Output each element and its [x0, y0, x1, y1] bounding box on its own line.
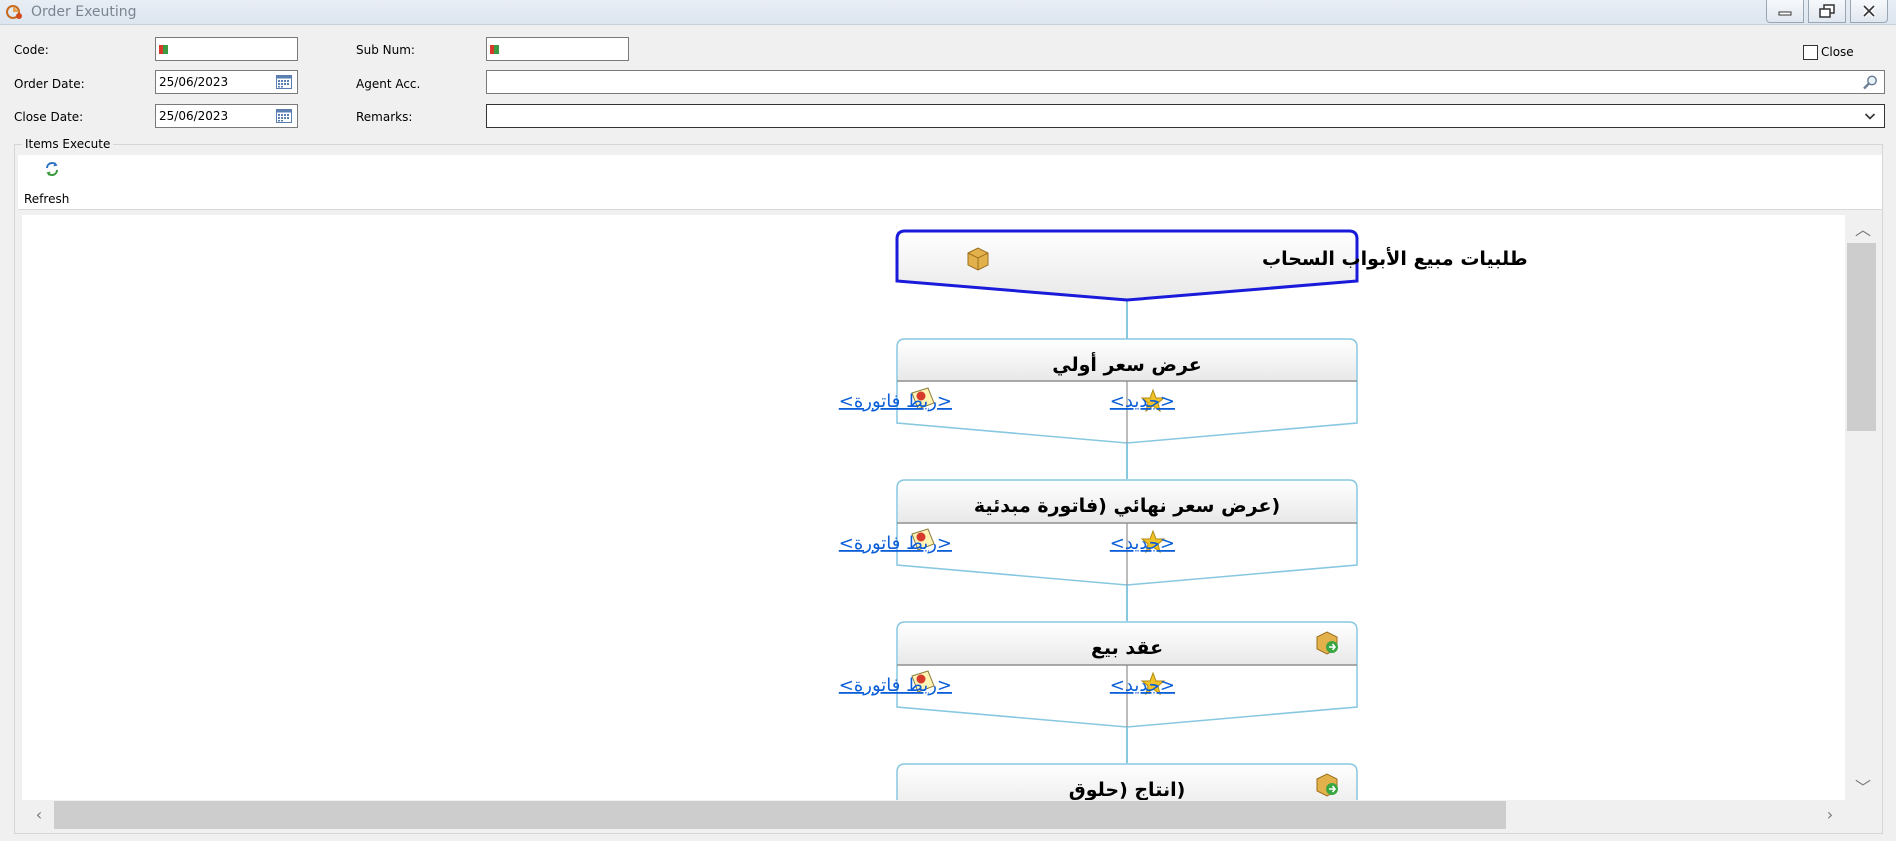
order-date-value: 25/06/2023	[159, 75, 229, 89]
scroll-right-icon[interactable]: ›	[1821, 807, 1839, 823]
stage-node: عقد بيع <ربط فاتورة> <جديد>	[839, 621, 1358, 728]
close-window-button[interactable]	[1850, 0, 1888, 23]
stage-title: عرض سعر أولي	[1052, 352, 1202, 376]
link-invoice[interactable]: <ربط فاتورة>	[839, 533, 952, 554]
restore-button[interactable]	[1808, 0, 1846, 23]
minimize-icon	[1778, 11, 1792, 16]
root-node-title: طلبيات مبيع الأبواب السحاب	[1262, 247, 1528, 270]
restore-icon	[1819, 4, 1835, 18]
calendar-icon[interactable]	[276, 109, 292, 123]
refresh-label: Refresh	[24, 192, 70, 206]
code-input[interactable]	[155, 37, 298, 61]
box-icon	[967, 247, 989, 271]
close-date-value: 25/06/2023	[159, 109, 229, 123]
search-icon[interactable]	[1862, 75, 1878, 90]
stage-title: (عرض سعر نهائي (فاتورة مبدئية	[974, 495, 1280, 517]
calendar-icon[interactable]	[276, 75, 292, 89]
minimize-button[interactable]	[1766, 0, 1804, 23]
close-date-label: Close Date:	[14, 110, 84, 124]
stage-title: عقد بيع	[1091, 637, 1163, 659]
scroll-up-icon[interactable]: ︿	[1854, 222, 1872, 238]
root-node[interactable]: طلبيات مبيع الأبواب السحاب	[895, 229, 1528, 302]
items-toolbar: Refresh	[18, 155, 1882, 210]
link-new[interactable]: <جديد>	[1110, 675, 1175, 696]
close-checkbox[interactable]	[1803, 45, 1818, 60]
stage-node: (عرض سعر نهائي (فاتورة مبدئية <ربط فاتور…	[839, 479, 1358, 586]
scroll-down-icon[interactable]: ﹀	[1854, 780, 1872, 796]
stage-title: (انتاج (حلوق	[1069, 779, 1186, 800]
link-new[interactable]: <جديد>	[1110, 391, 1175, 412]
stage-node: عرض سعر أولي <ربط فاتورة> <جديد>	[839, 338, 1358, 444]
link-invoice[interactable]: <ربط فاتورة>	[839, 391, 952, 412]
sub-num-label: Sub Num:	[356, 43, 415, 57]
flag-icon	[159, 45, 168, 54]
workflow-canvas: طلبيات مبيع الأبواب السحاب عرض سعر أولي …	[22, 215, 1845, 800]
close-icon	[1862, 4, 1876, 18]
link-invoice[interactable]: <ربط فاتورة>	[839, 675, 952, 696]
agent-acc-label: Agent Acc.	[356, 77, 421, 91]
vertical-scroll-thumb[interactable]	[1847, 243, 1876, 431]
close-date-input[interactable]: 25/06/2023	[155, 104, 298, 128]
agent-acc-input[interactable]	[486, 70, 1885, 94]
chevron-down-icon[interactable]	[1864, 112, 1876, 121]
close-checkbox-label: Close	[1821, 45, 1854, 59]
flag-icon	[490, 45, 499, 54]
order-executing-window: Order Exeuting Code: Sub Num: Close Orde…	[0, 0, 1896, 841]
sub-num-input[interactable]	[486, 37, 629, 61]
refresh-icon	[46, 162, 58, 176]
horizontal-scroll-thumb[interactable]	[54, 801, 1506, 829]
stage-node: (انتاج (حلوق	[896, 763, 1358, 800]
refresh-button[interactable]: Refresh	[24, 159, 76, 207]
order-date-label: Order Date:	[14, 77, 85, 91]
remarks-label: Remarks:	[356, 110, 413, 124]
title-bar: Order Exeuting	[0, 0, 1896, 25]
items-execute-title: Items Execute	[22, 137, 114, 151]
app-icon	[6, 5, 22, 19]
link-new[interactable]: <جديد>	[1110, 533, 1175, 554]
window-title: Order Exeuting	[31, 4, 137, 20]
remarks-combobox[interactable]	[486, 104, 1885, 128]
scroll-left-icon[interactable]: ‹	[30, 807, 48, 823]
code-label: Code:	[14, 43, 49, 57]
order-date-input[interactable]: 25/06/2023	[155, 70, 298, 94]
workflow-diagram: طلبيات مبيع الأبواب السحاب عرض سعر أولي …	[839, 229, 1528, 800]
